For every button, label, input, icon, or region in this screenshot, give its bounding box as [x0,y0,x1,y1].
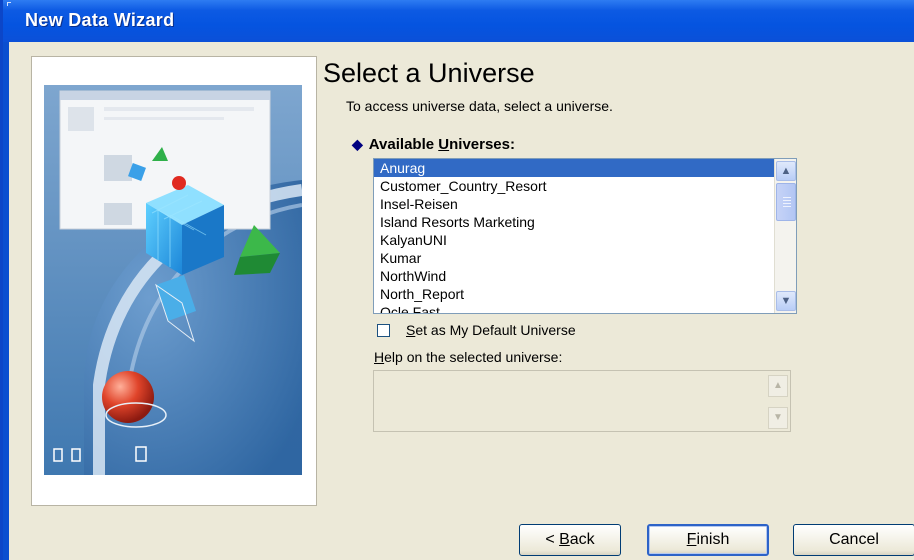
back-button[interactable]: < Back [519,524,621,556]
scroll-up-button[interactable]: ▲ [776,161,796,181]
dialog-body: Select a Universe To access universe dat… [9,42,914,560]
title-bar[interactable]: New Data Wizard [3,0,914,42]
default-universe-checkbox[interactable] [377,323,390,337]
window-corner [7,2,11,6]
chevron-up-icon: ▲ [780,165,792,177]
help-scroll-down-button: ▼ [768,407,788,429]
universe-list: Anurag Customer_Country_Resort Insel-Reise… [374,159,774,313]
scroll-thumb[interactable] [776,183,796,221]
diamond-icon: ◆ [352,136,363,152]
wizard-illustration [31,56,317,506]
universe-listbox[interactable]: Anurag Customer_Country_Resort Insel-Reise… [373,158,797,314]
universe-list-item[interactable]: Island Resorts Marketing [374,213,774,231]
help-label: Help on the selected universe: [374,349,563,365]
page-heading: Select a Universe [323,58,535,88]
default-universe-label[interactable]: Set as My Default Universe [406,322,576,338]
default-universe-option[interactable]: Set as My Default Universe [377,322,576,338]
chevron-up-icon: ▲ [773,380,783,391]
wizard-illustration-image [44,85,302,475]
available-universes-label: ◆ Available Universes: [352,136,515,153]
window-title: New Data Wizard [25,10,175,30]
universe-list-item[interactable]: NorthWind [374,267,774,285]
scroll-down-button[interactable]: ▼ [776,291,796,311]
universe-list-item[interactable]: North_Report [374,285,774,303]
wizard-window: New Data Wizard Select a Universe To acc… [0,0,914,560]
universe-list-item[interactable]: Insel-Reisen [374,195,774,213]
universe-list-item[interactable]: KalyanUNI [374,231,774,249]
finish-button[interactable]: Finish [647,524,769,556]
help-textbox: ▲ ▼ [373,370,791,432]
universe-list-item[interactable]: Kumar [374,249,774,267]
universe-list-item[interactable]: Customer_Country_Resort [374,177,774,195]
cancel-button[interactable]: Cancel [793,524,914,556]
help-scroll-up-button: ▲ [768,375,788,397]
chevron-down-icon: ▼ [773,412,783,423]
page-subtitle: To access universe data, select a univer… [346,98,613,114]
universe-list-item[interactable]: Anurag [374,159,774,177]
chevron-down-icon: ▼ [780,295,792,307]
list-scrollbar[interactable]: ▲ ▼ [774,159,796,313]
universe-list-item[interactable]: Ocle Fast [374,303,774,313]
